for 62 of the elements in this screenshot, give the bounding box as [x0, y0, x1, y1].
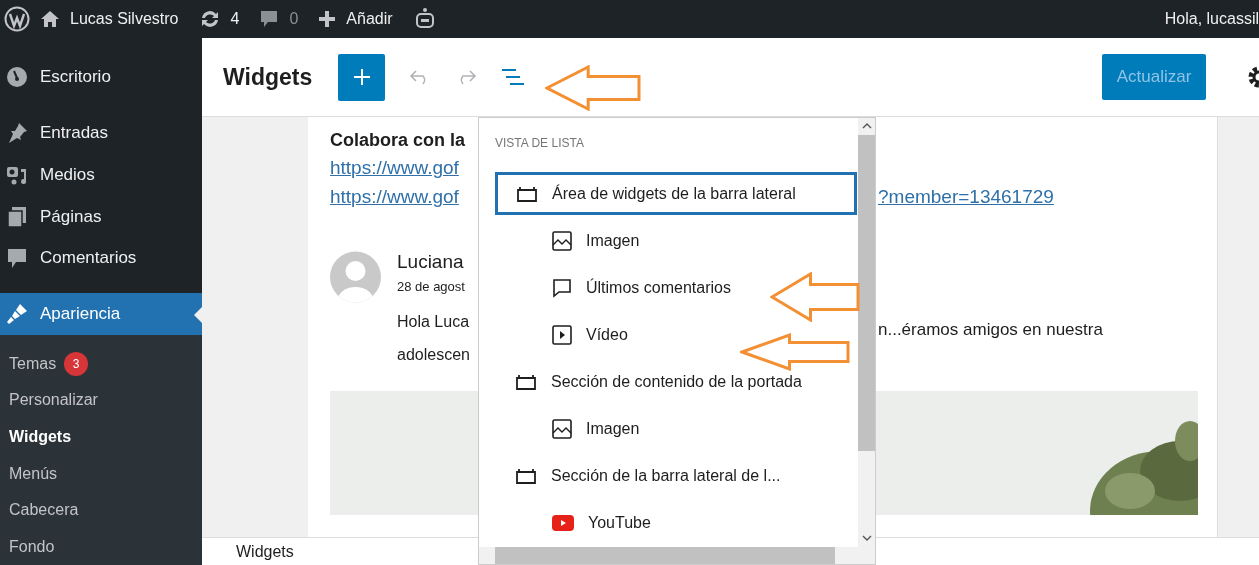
scroll-down-icon[interactable]	[861, 535, 872, 541]
widget-area-icon	[515, 373, 537, 390]
greeting-link[interactable]: Hola, lucassil	[1164, 10, 1259, 28]
plus-icon	[352, 68, 371, 86]
link[interactable]: https://www.gof	[330, 157, 478, 186]
link[interactable]: ?member=13461729	[878, 186, 1217, 215]
comment-text: n...éramos amigos en nuestra	[878, 319, 1104, 341]
site-name-link[interactable]: Lucas Silvestro	[70, 10, 179, 28]
link[interactable]: https://www.gof	[330, 186, 478, 215]
sidebar-item[interactable]: Escritorio	[0, 56, 202, 98]
submenu-item[interactable]: Widgets	[0, 418, 202, 456]
add-block-button[interactable]	[338, 53, 386, 101]
list-item[interactable]: Vídeo	[495, 313, 857, 356]
list-item[interactable]: Últimos comentarios	[495, 266, 857, 309]
home-icon[interactable]	[40, 10, 60, 28]
sidebar-item[interactable]: Páginas	[0, 195, 202, 238]
list-view-icon[interactable]	[501, 68, 526, 86]
comment-text: adolescen	[397, 345, 470, 365]
horizontal-scrollbar[interactable]	[479, 547, 875, 564]
submenu-item[interactable]: Personalizar	[0, 382, 202, 419]
gauge-icon	[6, 65, 28, 88]
count-badge: 3	[64, 351, 89, 376]
comment-count[interactable]: 0	[289, 10, 299, 28]
comment-bubble-icon[interactable]	[259, 9, 280, 29]
sidebar-item[interactable]: Apariencia	[0, 292, 202, 336]
submenu-item[interactable]: Fondo	[0, 528, 202, 565]
sidebar-item[interactable]: Entradas	[0, 112, 202, 155]
list-item[interactable]: YouTube	[495, 501, 857, 544]
comment-bubble-icon	[6, 247, 28, 270]
panel-title: VISTA DE LISTA	[495, 136, 585, 152]
paintbrush-icon	[6, 303, 28, 326]
pin-icon	[6, 122, 28, 145]
list-item[interactable]: Imagen	[495, 407, 857, 450]
play-button-icon	[552, 514, 574, 531]
submenu-item[interactable]: Menús	[0, 455, 202, 492]
sidebar-item[interactable]: Medios	[0, 154, 202, 196]
plus-icon[interactable]	[318, 10, 337, 28]
image-icon	[552, 418, 572, 439]
new-link[interactable]: Añadir	[346, 10, 393, 28]
sidebar-item[interactable]: Comentarios	[0, 237, 202, 279]
update-count[interactable]: 4	[230, 10, 240, 28]
vertical-scrollbar[interactable]	[858, 118, 875, 547]
image-icon	[552, 230, 572, 251]
scroll-up-icon[interactable]	[861, 123, 872, 129]
comment-text: Hola Luca	[397, 312, 470, 332]
submenu-item[interactable]: Temas 3	[0, 345, 202, 382]
breadcrumb[interactable]: Widgets	[236, 542, 294, 561]
list-item[interactable]: Área de widgets de la barra lateral	[495, 172, 857, 215]
comment-date: 28 de agost	[397, 279, 466, 296]
pages-icon	[6, 205, 28, 228]
widget-area-icon	[516, 185, 538, 202]
submenu-item[interactable]: Cabecera	[0, 491, 202, 529]
page-title: Widgets	[223, 63, 313, 91]
comment-author: Luciana	[397, 251, 465, 274]
wordpress-logo-icon[interactable]	[4, 6, 30, 32]
list-item[interactable]: Sección de la barra lateral de l...	[495, 454, 857, 497]
video-icon	[552, 324, 572, 345]
widget-area-icon	[515, 467, 537, 484]
list-item[interactable]: Sección de contenido de la portada	[495, 360, 857, 403]
list-item[interactable]: Imagen	[495, 219, 857, 262]
block-heading: Colabora con la	[330, 130, 467, 152]
speech-bubble-icon	[552, 277, 572, 298]
